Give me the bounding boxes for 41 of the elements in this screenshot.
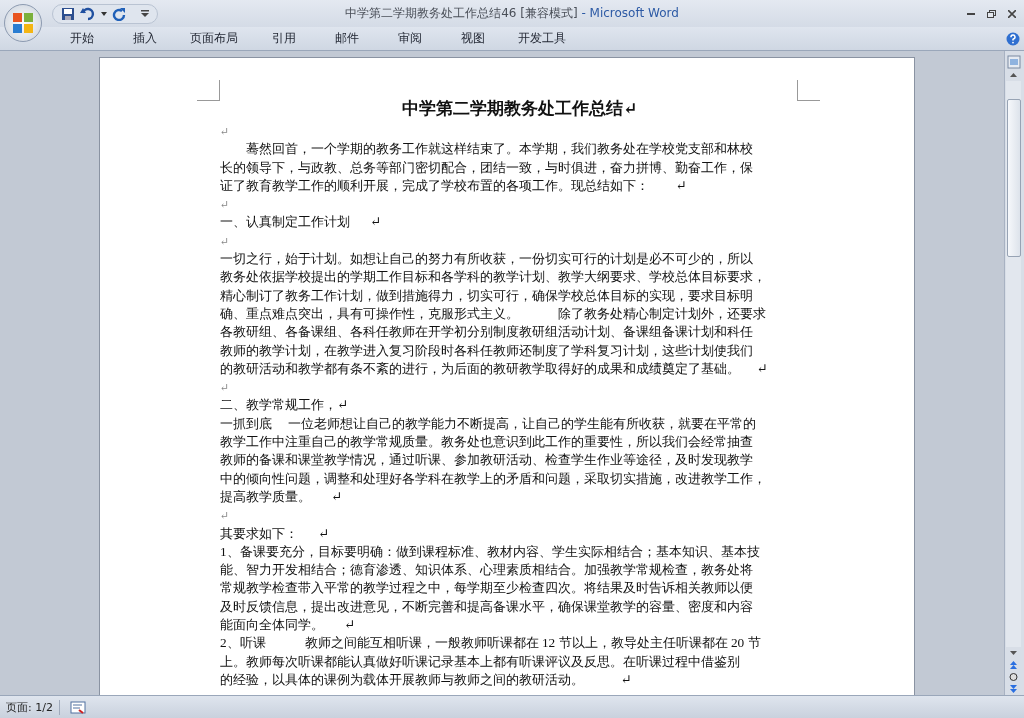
section-heading: 二、教学常规工作，↵ [220, 396, 350, 415]
browse-object-icon[interactable] [1006, 671, 1021, 683]
ribbon-tab[interactable]: 插入 [113, 28, 176, 49]
ribbon-tab[interactable]: 页面布局 [176, 28, 252, 49]
document-title: 中学第二学期教务处工作总结↵ [401, 98, 639, 120]
page-count[interactable]: 页面: 1/2 [0, 699, 60, 715]
ribbon-tab[interactable]: 视图 [441, 28, 504, 49]
redo-icon[interactable] [112, 6, 126, 21]
office-button[interactable] [4, 4, 42, 42]
help-icon[interactable] [1006, 31, 1020, 46]
crop-mark [197, 80, 220, 101]
scrollbar-thumb[interactable] [1007, 99, 1021, 257]
save-icon[interactable] [61, 6, 75, 21]
ribbon-tab[interactable]: 引用 [252, 28, 315, 49]
paragraph-mark: ↵ [220, 233, 231, 249]
paragraph-mark: ↵ [220, 124, 231, 139]
paragraph-mark: ↵ [220, 197, 231, 213]
caret-icon[interactable] [101, 11, 107, 16]
paragraph: 蓦然回首，一个学期的教务工作就这样结束了。本学期，我们教务处在学校党支部和林校 长的领导下，与政教、总务等部门密切配合，团结一致，与时俱进，奋力拼博、勤奋工作，保 证了教育教学工作的顺利开展，完成了学校布置的各项工作。现总结如下： ↵ [220, 140, 754, 195]
paragraph-mark: ↵ [220, 380, 231, 396]
ruler-toggle-icon[interactable] [1006, 55, 1021, 69]
ribbon-tab[interactable]: 邮件 [315, 28, 378, 49]
office-logo-icon [10, 10, 36, 36]
minimize-icon[interactable] [967, 12, 975, 15]
paragraph: 一切之行，始于计划。如想让自己的努力有所收获，一份切实可行的计划是必不可少的，所以 教务处依据学校提出的学期工作目标和各学科的教学计划、教学大纲要求、学校总体目标要求， 精心制订了教务工作计划，做到措施得力，切实可行，确保学校总体目标的实现，要求目标明 确、重点难点突出，具有可操作性，克服形式主义。 除了教务处精心制定计划外，还要求 各教研组、各备课组、各科任教师在开学初分别制度教研组活动计划、备课组备课计划和科任 教师的教学计划，在教学进入复习阶段时各科任教师还制度了学科复习计划，这些计划使我们 的教研活动和教学都有条不紊的进行，为后面的教研教学取得好的成果和成绩奠定了基础。 ↵ [220, 250, 769, 378]
restore-icon[interactable] [987, 9, 996, 18]
ribbon-tab[interactable]: 开始 [50, 28, 113, 49]
paragraph-mark: ↵ [220, 508, 231, 524]
paragraph: 一抓到底 一位老师想让自己的教学能力不断提高，让自己的学生能有所收获，就要在平常的 教学工作中注重自己的教学常规质量。教务处也意识到此工作的重要性，所以我们会经常抽查 教师的备课和课堂教学情况，通过听课、参加教研活动、检查学生作业等途径，及时发现教学 中的倾向性问题，调整和处理好各学科在教学上的矛盾和问题，采取切实措施，改进教学工作， 提高教学质量。 ↵ [220, 414, 767, 506]
customize-toolbar-icon[interactable] [141, 10, 149, 17]
paragraph: 2、听课 教师之间能互相听课，一般教师听课都在 12 节以上，教导处主任听课都在 20 节 上。教师每次听课都能认真做好听课记录基本上都有听课评议及反思。在听课过程中借鉴别 的经验，以具体的课例为载体开展教师与教师之间的教研活动。 ↵ [220, 634, 762, 689]
crop-mark [797, 80, 820, 101]
ribbon-tab[interactable]: 审阅 [378, 28, 441, 49]
close-icon[interactable] [1008, 9, 1016, 18]
paragraph: 1、备课要充分，目标要明确：做到课程标准、教材内容、学生实际相结合；基本知识、基本技 能、智力开发相结合；德育渗透、知识体系、心理素质相结合。加强教学常规检查，教务处将 常规教学检查带入平常的教学过程之中，每学期至少检查四次。将结果及时告诉相关教师以便 及时反馈信息，提出改进意见，不断完善和提高备课水平，确保课堂教学的容量、密度和内容 能面向全体同学。 ↵ [220, 542, 761, 634]
section-heading: 其要求如下： ↵ [220, 524, 331, 543]
window-title: 中学第二学期教务处工作总结46 [兼容模式] - Microsoft Word [345, 5, 679, 22]
proofing-icon[interactable] [69, 700, 86, 714]
ribbon-tab[interactable]: 开发工具 [504, 28, 580, 49]
section-heading: 一、认真制定工作计划 ↵ [220, 213, 383, 232]
undo-icon[interactable] [80, 6, 96, 21]
